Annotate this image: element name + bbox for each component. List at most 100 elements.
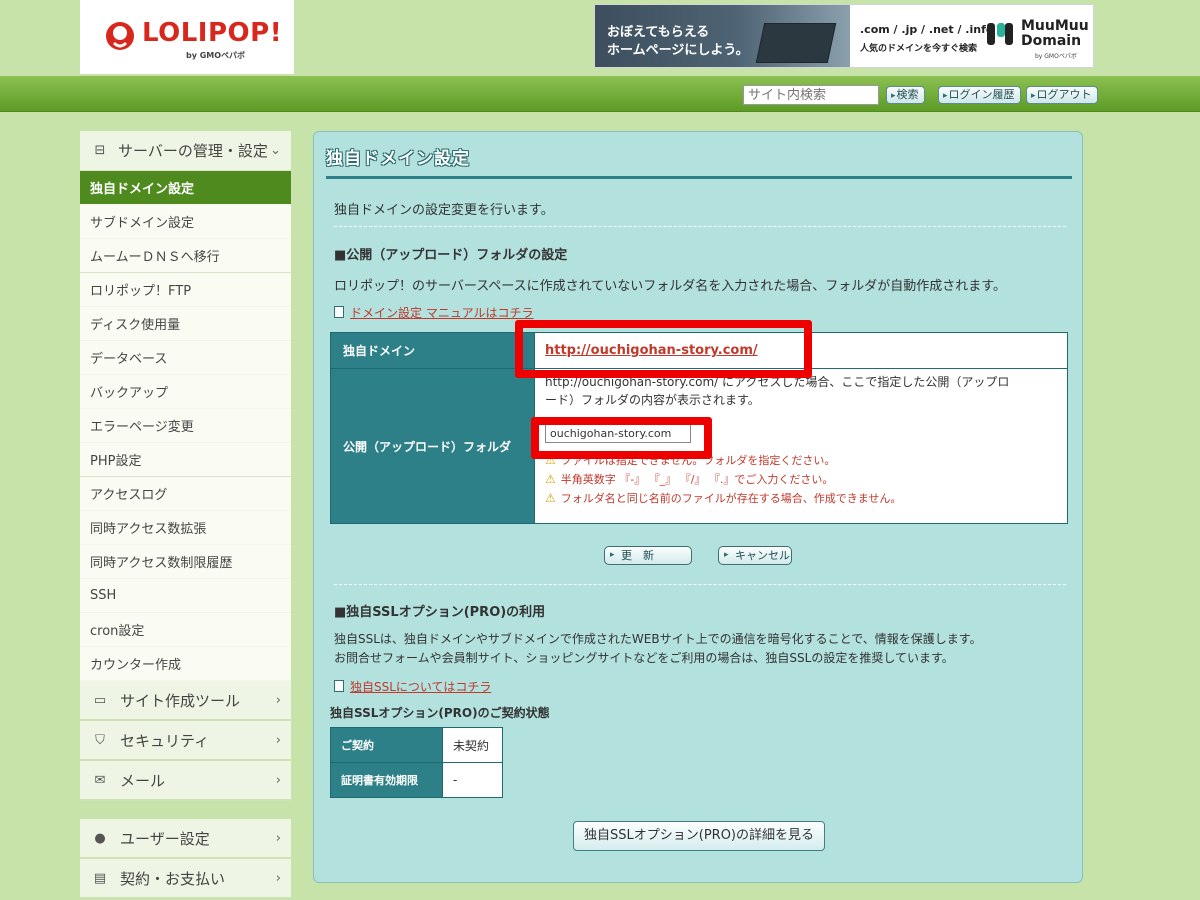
warning-line: ⚠ フォルダ名と同じ名前のファイルが存在する場合、作成できません。 xyxy=(545,489,1067,508)
domain-label: 独自ドメイン xyxy=(330,332,535,369)
muumuu-brand: MuuMuu Domain xyxy=(1021,19,1089,49)
banner-line1: おぼえてもらえる xyxy=(607,25,710,40)
sidebar-item-subdomain[interactable]: サブドメイン設定 xyxy=(80,205,291,239)
shield-icon: ⛉ xyxy=(95,732,105,748)
ssl-info-link[interactable]: 独自SSLについてはコチラ xyxy=(334,678,491,695)
ssl-status-title: 独自SSLオプション(PRO)のご契約状態 xyxy=(330,706,550,720)
folder-description: ロリポップ！のサーバースペースに作成されていないフォルダ名を入力された場合、フォ… xyxy=(334,279,1006,294)
chevron-right-icon: › xyxy=(275,692,281,708)
category-label: 契約・お支払い xyxy=(120,869,226,888)
logo-mark-icon xyxy=(106,22,134,50)
cancel-button[interactable]: キャンセル xyxy=(718,546,792,565)
chevron-down-icon: ⌄ xyxy=(270,143,281,158)
logo-text: LOLIPOP! xyxy=(142,18,283,48)
sidebar-item-database[interactable]: データベース xyxy=(80,341,291,375)
server-icon: ⊟ xyxy=(94,143,106,158)
category-label: ユーザー設定 xyxy=(120,829,210,848)
expiry-value: - xyxy=(442,762,503,798)
site-search-input[interactable] xyxy=(743,85,879,105)
sidebar-item-ssh[interactable]: SSH xyxy=(80,579,291,613)
ssl-description-line2: お問合せフォームや会員制サイト、ショッピングサイトなどをご利用の場合は、独自SS… xyxy=(334,651,954,665)
intro-text: 独自ドメインの設定変更を行います。 xyxy=(334,203,554,218)
category-label: セキュリティ xyxy=(120,731,210,750)
card-icon: ▤ xyxy=(93,870,107,886)
sidebar-gap xyxy=(80,801,291,819)
banner-domains: .com / .jp / .net / .info xyxy=(860,23,994,36)
sidebar-section-server[interactable]: ⊟ サーバーの管理・設定 ⌄ xyxy=(80,131,291,171)
sidebar-item-error-page[interactable]: エラーページ変更 xyxy=(80,409,291,443)
banner-line2: ホームページにしよう。 xyxy=(607,43,749,58)
warning-line: ⚠ 半角英数字 『-』 『_』 『/』 『.』でご入力ください。 xyxy=(545,470,1067,489)
category-label: サイト作成ツール xyxy=(120,691,241,710)
chevron-right-icon: › xyxy=(275,830,281,846)
ssl-link-label: 独自SSLについてはコチラ xyxy=(350,680,492,694)
domain-manual-link[interactable]: ドメイン設定 マニュアルはコチラ xyxy=(334,304,533,321)
sidebar-category-security[interactable]: ⛉ セキュリティ › xyxy=(80,721,291,761)
main-panel: 独自ドメイン設定 独自ドメインの設定変更を行います。 ■公開（アップロード）フォ… xyxy=(313,131,1083,883)
muumuu-sub: by GMOペパボ xyxy=(1035,53,1077,60)
brand-line2: Domain xyxy=(1021,33,1082,49)
sidebar-item-disk-usage[interactable]: ディスク使用量 xyxy=(80,307,291,341)
user-icon: ● xyxy=(94,830,106,846)
chevron-right-icon: › xyxy=(275,870,281,886)
banner-tagline: 人気のドメインを今すぐ検索 xyxy=(860,44,978,54)
highlight-folder-box xyxy=(531,417,712,459)
sidebar-section-label: サーバーの管理・設定 xyxy=(118,142,268,160)
divider xyxy=(334,226,1066,227)
muumuu-logo-icon xyxy=(987,23,1013,45)
folder-label: 公開（アップロード）フォルダ xyxy=(330,368,535,524)
sidebar-item-muumuu-dns[interactable]: ムームーＤＮＳへ移行 xyxy=(80,239,291,273)
chevron-right-icon: › xyxy=(275,772,281,788)
warning-text: フォルダ名と同じ名前のファイルが存在する場合、作成できません。 xyxy=(560,492,902,505)
search-button[interactable]: 検索 xyxy=(886,86,925,104)
logout-button[interactable]: ログアウト xyxy=(1026,86,1098,104)
sidebar-item-ftp[interactable]: ロリポップ！FTP xyxy=(80,273,291,307)
sidebar-item-access-limit-history[interactable]: 同時アクセス数制限履歴 xyxy=(80,545,291,579)
sidebar-item-php[interactable]: PHP設定 xyxy=(80,443,291,477)
logo-subtext: by GMOペパボ xyxy=(186,51,246,60)
banner-photo: おぼえてもらえる ホームページにしよう。 xyxy=(595,5,850,67)
folder-section-title: ■公開（アップロード）フォルダの設定 xyxy=(334,248,568,263)
warning-icon: ⚠ xyxy=(545,472,556,486)
ssl-detail-button[interactable]: 独自SSLオプション(PRO)の詳細を見る xyxy=(573,821,825,851)
document-icon xyxy=(334,306,344,318)
top-navbar: 検索 ログイン履歴 ログアウト xyxy=(0,76,1200,112)
warning-icon: ⚠ xyxy=(545,491,556,505)
folder-help-line2: ード）フォルダの内容が表示されます。 xyxy=(545,393,760,407)
ssl-description-line1: 独自SSLは、独自ドメインやサブドメインで作成されたWEBサイト上での通信を暗号… xyxy=(334,632,982,646)
sidebar-item-cron[interactable]: cron設定 xyxy=(80,613,291,647)
title-rule xyxy=(326,176,1072,179)
lolipop-logo[interactable]: LOLIPOP! by GMOペパボ xyxy=(80,0,294,74)
sidebar-item-custom-domain[interactable]: 独自ドメイン設定 xyxy=(80,171,291,205)
warning-text: 半角英数字 『-』 『_』 『/』 『.』でご入力ください。 xyxy=(560,473,834,486)
page-title: 独自ドメイン設定 xyxy=(326,149,470,169)
contract-label: ご契約 xyxy=(330,727,443,763)
mail-icon: ✉ xyxy=(94,772,106,788)
contract-value: 未契約 xyxy=(442,727,503,763)
sidebar: ⊟ サーバーの管理・設定 ⌄ 独自ドメイン設定 サブドメイン設定 ムームーＤＮＳ… xyxy=(80,131,291,899)
category-label: メール xyxy=(120,771,166,790)
update-button[interactable]: 更 新 xyxy=(604,546,692,565)
sidebar-item-backup[interactable]: バックアップ xyxy=(80,375,291,409)
table-row: ご契約 未契約 xyxy=(330,727,503,763)
document-icon xyxy=(334,680,344,692)
sidebar-item-counter[interactable]: カウンター作成 xyxy=(80,647,291,681)
expiry-label: 証明書有効期限 xyxy=(330,762,443,798)
brand-line1: MuuMuu xyxy=(1021,18,1089,34)
ssl-status-table: ご契約 未契約 証明書有効期限 - xyxy=(330,727,503,798)
laptop-illustration xyxy=(755,23,837,63)
header: LOLIPOP! by GMOペパボ おぼえてもらえる ホームページにしよう。 … xyxy=(0,0,1200,76)
laptop-icon: ▭ xyxy=(93,692,107,708)
sidebar-category-mail[interactable]: ✉ メール › xyxy=(80,761,291,801)
divider xyxy=(334,584,1066,585)
login-history-button[interactable]: ログイン履歴 xyxy=(938,86,1021,104)
sidebar-category-site-tools[interactable]: ▭ サイト作成ツール › xyxy=(80,681,291,721)
ssl-section-title: ■独自SSLオプション(PRO)の利用 xyxy=(334,605,546,620)
table-row: 証明書有効期限 - xyxy=(330,762,503,798)
highlight-domain-box xyxy=(515,320,812,378)
muumuu-domain-banner[interactable]: おぼえてもらえる ホームページにしよう。 .com / .jp / .net /… xyxy=(594,4,1094,68)
sidebar-item-access-expand[interactable]: 同時アクセス数拡張 xyxy=(80,511,291,545)
sidebar-item-access-log[interactable]: アクセスログ xyxy=(80,477,291,511)
sidebar-category-billing[interactable]: ▤ 契約・お支払い › xyxy=(80,859,291,899)
sidebar-category-user-settings[interactable]: ● ユーザー設定 › xyxy=(80,819,291,859)
